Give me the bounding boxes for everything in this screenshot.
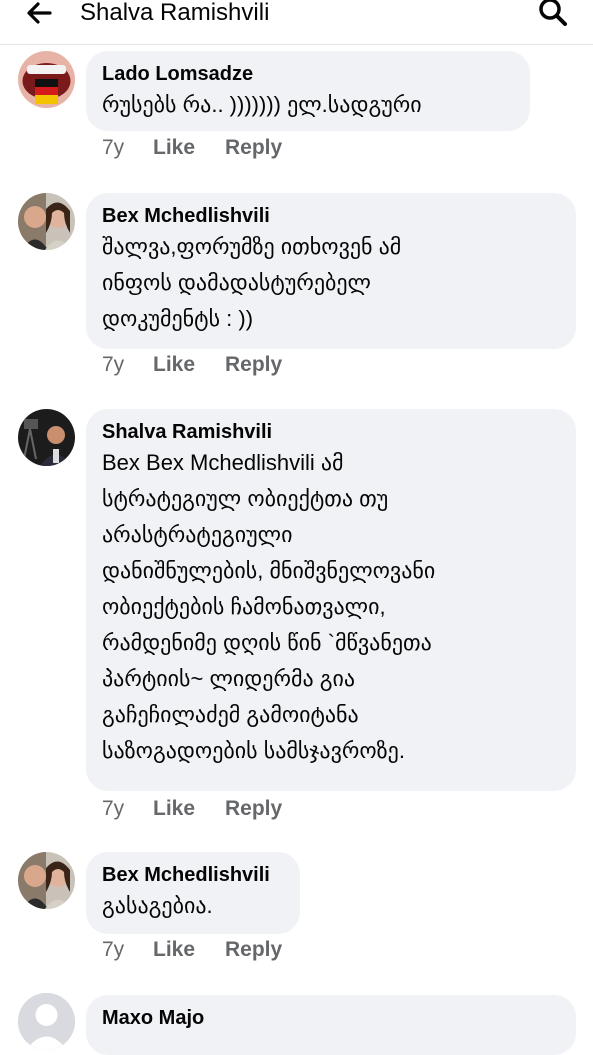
reply-button[interactable]: Reply (225, 938, 282, 962)
reply-button[interactable]: Reply (225, 136, 282, 160)
comment-bubble: Bex Mchedlishvili შალვა,ფორუმზე ითხოვენ … (86, 193, 576, 349)
comment-actions: 7y Like Reply (102, 797, 282, 821)
comment-bubble: Maxo Majo (86, 995, 576, 1055)
avatar[interactable] (18, 51, 75, 108)
avatar[interactable] (18, 852, 75, 909)
comment-author[interactable]: Lado Lomsadze (102, 61, 514, 87)
like-button[interactable]: Like (153, 938, 225, 962)
comment-text: Bex Bex Mchedlishvili ამ სტრატეგიულ ობიე… (102, 450, 436, 763)
like-button[interactable]: Like (153, 797, 225, 821)
comment-text: რუსებს რა.. ))))))) ელ.სადგური (102, 92, 422, 117)
comment-author[interactable]: Bex Mchedlishvili (102, 862, 284, 888)
reply-button[interactable]: Reply (225, 353, 282, 377)
top-bar: Shalva Ramishvili (0, 0, 593, 45)
comment-author[interactable]: Shalva Ramishvili (102, 419, 560, 445)
page-title: Shalva Ramishvili (80, 0, 270, 26)
comment-bubble: Bex Mchedlishvili გასაგებია. (86, 852, 300, 934)
reply-button[interactable]: Reply (225, 797, 282, 821)
comment-text: გასაგებია. (102, 893, 213, 918)
comment-time: 7y (102, 797, 125, 820)
comment-actions: 7y Like Reply (102, 136, 282, 160)
avatar[interactable] (18, 993, 75, 1050)
comment-bubble: Lado Lomsadze რუსებს რა.. ))))))) ელ.სად… (86, 51, 530, 131)
like-button[interactable]: Like (153, 136, 225, 160)
comment-actions: 7y Like Reply (102, 353, 282, 377)
search-icon[interactable] (535, 0, 571, 28)
comment-time: 7y (102, 938, 125, 961)
comment-text: შალვა,ფორუმზე ითხოვენ ამ ინფოს დამადასტუ… (102, 234, 402, 331)
comment-author[interactable]: Bex Mchedlishvili (102, 203, 560, 229)
like-button[interactable]: Like (153, 353, 225, 377)
comment-author[interactable]: Maxo Majo (102, 1005, 560, 1031)
back-arrow-icon[interactable] (22, 0, 56, 28)
comment-time: 7y (102, 353, 125, 376)
comment-bubble: Shalva Ramishvili Bex Bex Mchedlishvili … (86, 409, 576, 791)
comment-time: 7y (102, 136, 125, 159)
avatar[interactable] (18, 193, 75, 250)
comment-actions: 7y Like Reply (102, 938, 282, 962)
avatar[interactable] (18, 409, 75, 466)
